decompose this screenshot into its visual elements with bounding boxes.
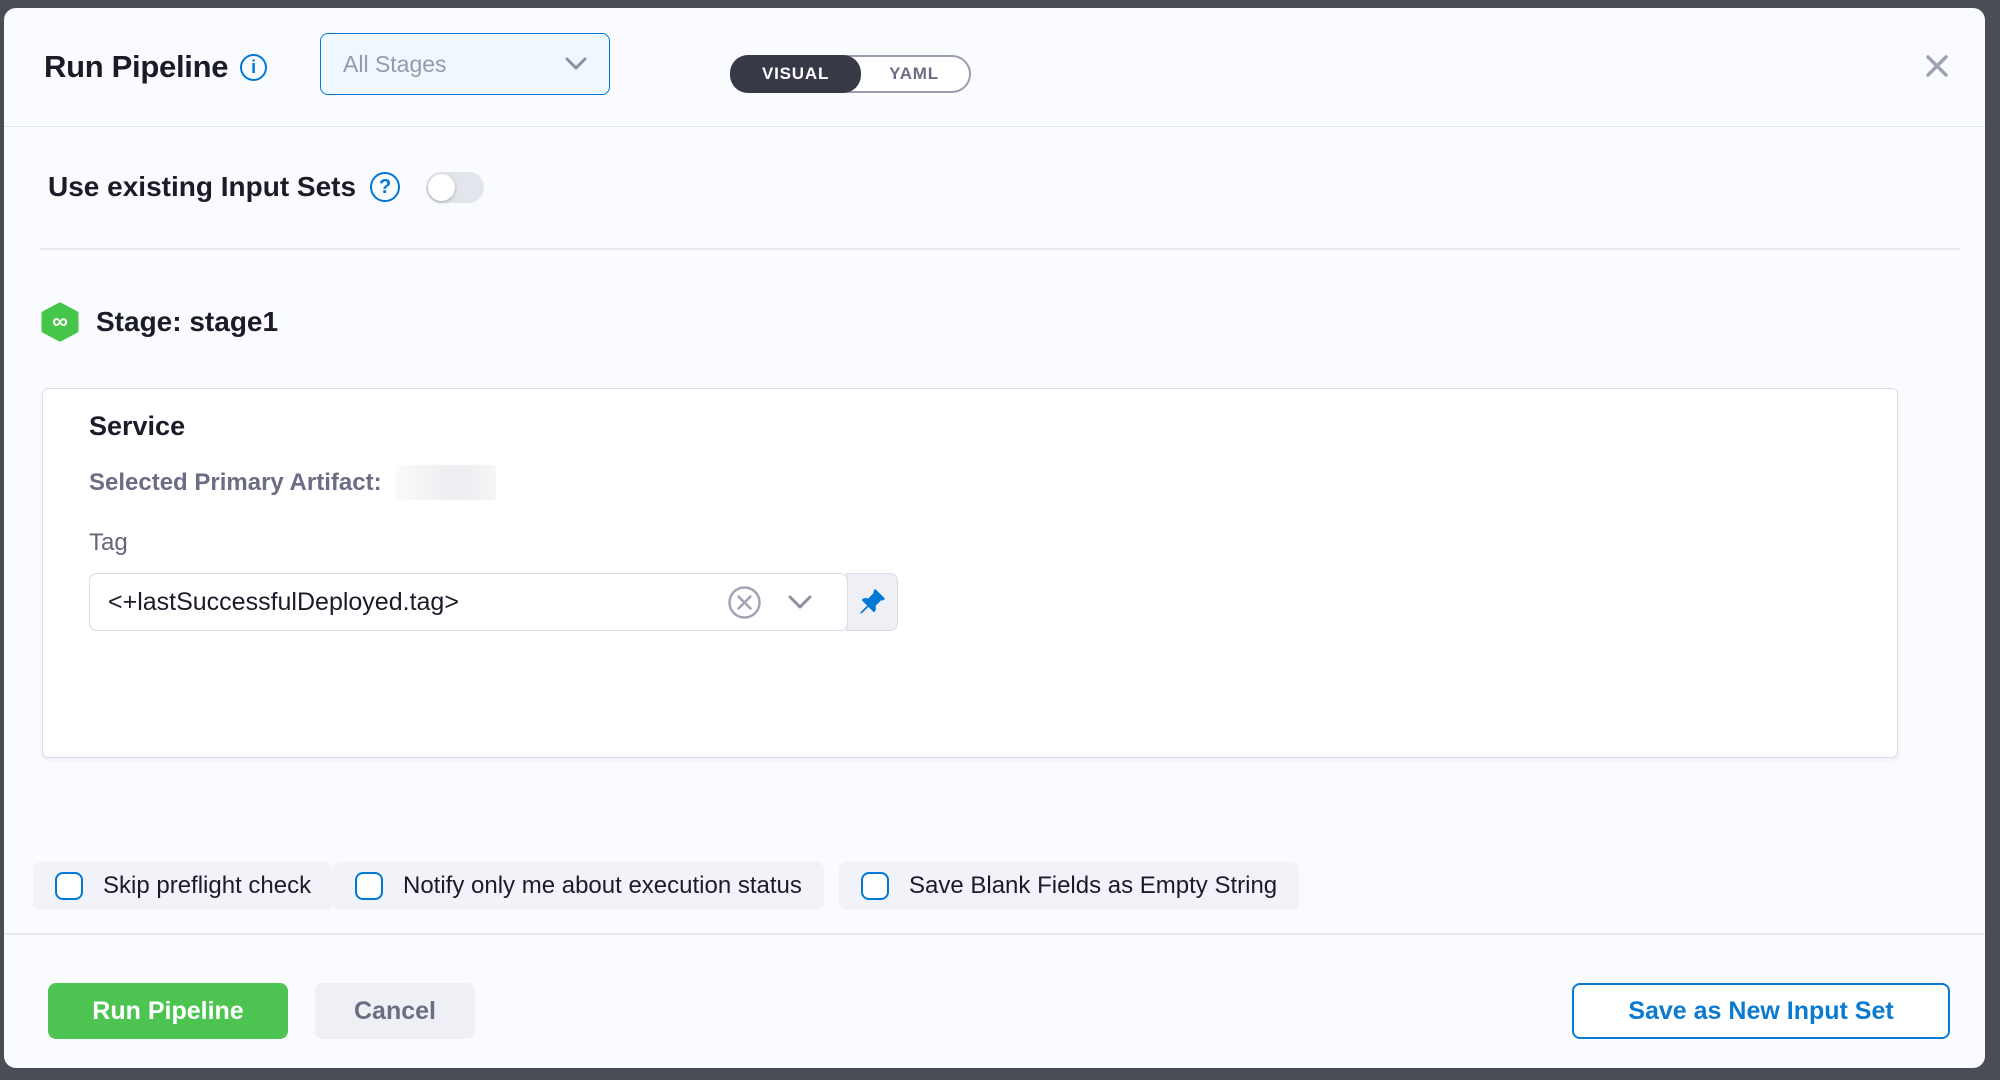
tab-visual[interactable]: VISUAL: [730, 55, 861, 93]
service-card: Service Selected Primary Artifact: Tag: [42, 388, 1898, 758]
tag-label: Tag: [89, 529, 128, 557]
clear-icon[interactable]: [727, 585, 762, 620]
save-blank-fields-option: Save Blank Fields as Empty String: [839, 862, 1299, 910]
selected-artifact-row: Selected Primary Artifact:: [89, 465, 496, 500]
selected-artifact-label: Selected Primary Artifact:: [89, 469, 382, 497]
deploy-stage-icon: ∞: [40, 302, 80, 342]
tag-input-wrap: [89, 573, 848, 631]
notify-only-me-checkbox[interactable]: [355, 872, 383, 900]
save-blank-fields-checkbox[interactable]: [861, 872, 889, 900]
run-pipeline-button[interactable]: Run Pipeline: [48, 983, 288, 1039]
input-sets-toggle[interactable]: [426, 172, 484, 203]
tag-input-row: [89, 573, 898, 631]
checkbox-label: Notify only me about execution status: [403, 872, 802, 900]
skip-preflight-option: Skip preflight check: [33, 862, 333, 910]
close-icon[interactable]: [1917, 46, 1957, 86]
visual-yaml-toggle: VISUAL YAML: [730, 55, 971, 93]
save-as-new-input-set-button[interactable]: Save as New Input Set: [1572, 983, 1950, 1039]
stage-row: ∞ Stage: stage1: [40, 302, 278, 342]
svg-text:∞: ∞: [52, 309, 68, 334]
tag-input[interactable]: [90, 588, 720, 617]
options-row: Skip preflight check Notify only me abou…: [4, 862, 1985, 906]
section-divider: [40, 248, 1960, 250]
help-icon[interactable]: ?: [370, 172, 400, 202]
input-sets-label: Use existing Input Sets: [48, 171, 356, 203]
toggle-knob: [428, 174, 455, 201]
chevron-down-icon: [565, 57, 587, 71]
notify-only-me-option: Notify only me about execution status: [333, 862, 824, 910]
checkbox-label: Save Blank Fields as Empty String: [909, 872, 1277, 900]
skip-preflight-checkbox[interactable]: [55, 872, 83, 900]
stage-select-value: All Stages: [343, 51, 565, 78]
checkbox-label: Skip preflight check: [103, 872, 311, 900]
artifact-value-redacted: [396, 465, 496, 500]
tab-yaml[interactable]: YAML: [859, 57, 969, 91]
service-card-title: Service: [89, 411, 185, 442]
pin-button[interactable]: [846, 573, 898, 631]
modal-header: Run Pipeline i All Stages VISUAL YAML: [4, 8, 1985, 127]
input-sets-row: Use existing Input Sets ?: [48, 171, 484, 203]
page-title: Run Pipeline: [44, 49, 228, 85]
stage-select-dropdown[interactable]: All Stages: [320, 33, 610, 95]
info-icon[interactable]: i: [240, 54, 267, 81]
pushpin-icon: [858, 588, 886, 616]
run-pipeline-modal: Run Pipeline i All Stages VISUAL YAML Us…: [4, 8, 1985, 1068]
footer-divider: [4, 933, 1985, 935]
chevron-down-icon[interactable]: [788, 595, 812, 610]
stage-label: Stage: stage1: [96, 306, 278, 338]
cancel-button[interactable]: Cancel: [315, 983, 475, 1039]
